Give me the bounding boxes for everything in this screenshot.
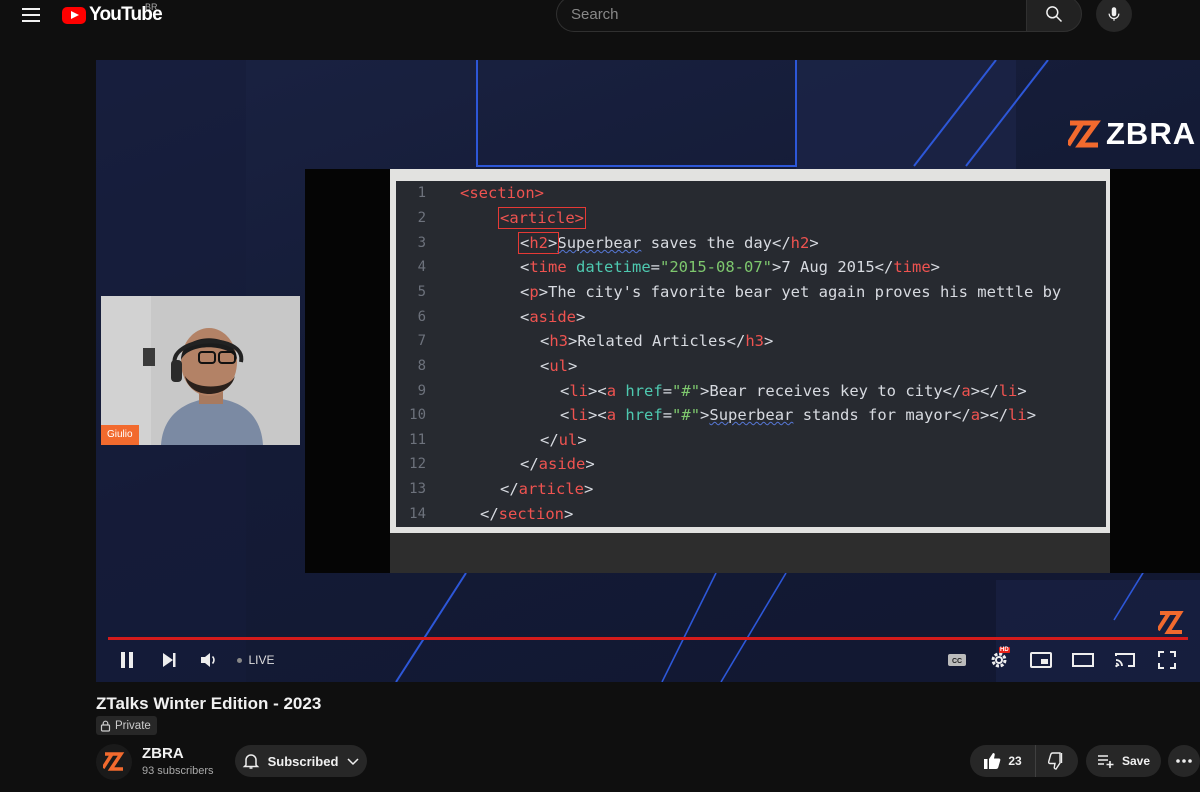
captions-button[interactable]: CC — [944, 645, 970, 675]
webcam-overlay: Giulio — [101, 296, 300, 445]
country-code: BR — [145, 2, 158, 12]
miniplayer-icon — [1030, 652, 1052, 668]
dislike-button[interactable] — [1036, 745, 1078, 777]
line-number: 7 — [417, 333, 426, 349]
like-icon — [984, 753, 1001, 769]
video-player[interactable]: ZBRA 1 <section> 2 <article> 3 <h2>Superbea… — [96, 60, 1200, 682]
youtube-logo-icon — [62, 6, 86, 24]
code-line: 5 <p>The city's favorite bear yet again p… — [396, 280, 1106, 304]
code-line: 13 </article> — [396, 477, 1106, 501]
cc-icon: CC — [948, 654, 966, 666]
pause-button[interactable] — [114, 645, 140, 675]
line-number: 2 — [417, 210, 426, 226]
search-input[interactable] — [556, 0, 1026, 32]
line-number: 8 — [417, 358, 426, 374]
svg-text:CC: CC — [952, 658, 962, 665]
video-title: ZTalks Winter Edition - 2023 — [96, 694, 322, 713]
player-controls: LIVE CC HD — [96, 645, 1200, 677]
volume-icon — [201, 653, 215, 667]
line-number: 6 — [417, 309, 426, 325]
fullscreen-icon — [1158, 651, 1176, 669]
line-number: 3 — [417, 235, 426, 251]
top-bar: YouTube BR — [0, 0, 1200, 32]
code-line: 4 <time datetime="2015-08-07">7 Aug 2015<… — [396, 255, 1106, 279]
zbra-avatar-icon — [103, 752, 125, 771]
live-dot — [237, 657, 243, 663]
line-number: 1 — [417, 185, 426, 201]
more-icon — [1176, 759, 1192, 763]
save-button[interactable]: Save — [1086, 745, 1161, 777]
presenter-video — [101, 296, 300, 445]
subscriber-count: 93 subscribers — [142, 765, 214, 777]
cast-icon — [1115, 653, 1135, 668]
line-number: 9 — [417, 383, 426, 399]
next-icon — [163, 653, 176, 667]
privacy-label: Private — [115, 719, 151, 732]
code-line: 11 </ul> — [396, 428, 1106, 452]
search-button[interactable] — [1026, 0, 1082, 32]
dislike-icon — [1048, 752, 1063, 770]
live-indicator[interactable]: LIVE — [236, 645, 276, 675]
code-line: 8 <ul> — [396, 354, 1106, 378]
code-line: 7 <h3>Related Articles</h3> — [396, 329, 1106, 353]
live-label: LIVE — [248, 653, 275, 667]
code-line: 9 <li><a href="#">Bear receives key to ci… — [396, 379, 1106, 403]
add-to-playlist-icon — [1097, 755, 1114, 768]
line-number: 13 — [409, 481, 426, 497]
theater-icon — [1072, 653, 1094, 667]
brand-text: ZBRA — [1106, 116, 1197, 151]
miniplayer-button[interactable] — [1028, 645, 1054, 675]
search-bar — [556, 0, 1082, 32]
hd-badge: HD — [999, 647, 1010, 653]
line-number: 14 — [409, 506, 426, 522]
code-line: 12 </aside> — [396, 452, 1106, 476]
code-line: 2 <article> — [396, 206, 1106, 230]
like-button[interactable]: 23 — [970, 745, 1036, 777]
code-line: 10 <li><a href="#">Superbear stands for m… — [396, 403, 1106, 427]
mute-button[interactable] — [196, 645, 222, 675]
privacy-badge: Private — [96, 716, 157, 735]
code-line: 6 <aside> — [396, 305, 1106, 329]
presenter-name: Giulio — [101, 425, 139, 445]
more-actions-button[interactable] — [1168, 745, 1200, 777]
code-line: 14 </section> — [396, 502, 1106, 526]
line-number: 12 — [409, 456, 426, 472]
code-line: 1 <section> — [396, 181, 1106, 205]
bell-icon — [242, 754, 259, 769]
settings-icon — [991, 652, 1007, 668]
chevron-down-icon — [347, 758, 359, 766]
settings-button[interactable]: HD — [986, 645, 1012, 675]
next-button[interactable] — [156, 645, 182, 675]
pause-icon — [121, 652, 133, 668]
lock-icon — [100, 720, 111, 732]
line-number: 11 — [409, 432, 426, 448]
search-icon — [1046, 6, 1063, 23]
like-count: 23 — [1008, 754, 1022, 768]
line-number: 4 — [417, 259, 426, 275]
code-editor: 1 <section> 2 <article> 3 <h2>Superbear sav… — [396, 181, 1106, 527]
theater-mode-button[interactable] — [1070, 645, 1096, 675]
progress-bar[interactable] — [108, 637, 1188, 640]
channel-name[interactable]: ZBRA — [142, 745, 184, 762]
subscribed-label: Subscribed — [267, 753, 339, 769]
line-number: 10 — [409, 407, 426, 423]
channel-avatar[interactable] — [96, 744, 132, 780]
line-number: 5 — [417, 284, 426, 300]
fullscreen-button[interactable] — [1154, 645, 1180, 675]
zbra-logo-icon — [1068, 120, 1101, 148]
cast-button[interactable] — [1112, 645, 1138, 675]
zbra-brand-logo: ZBRA — [1068, 116, 1196, 152]
mic-icon — [1108, 7, 1120, 21]
like-dislike-group: 23 — [970, 745, 1078, 777]
menu-icon[interactable] — [18, 4, 44, 26]
code-line: 3 <h2>Superbear saves the day</h2> — [396, 231, 1106, 255]
slide-bottom-bar — [390, 533, 1110, 573]
subscribed-button[interactable]: Subscribed — [235, 745, 367, 777]
save-label: Save — [1121, 754, 1151, 768]
voice-search-button[interactable] — [1096, 0, 1132, 32]
